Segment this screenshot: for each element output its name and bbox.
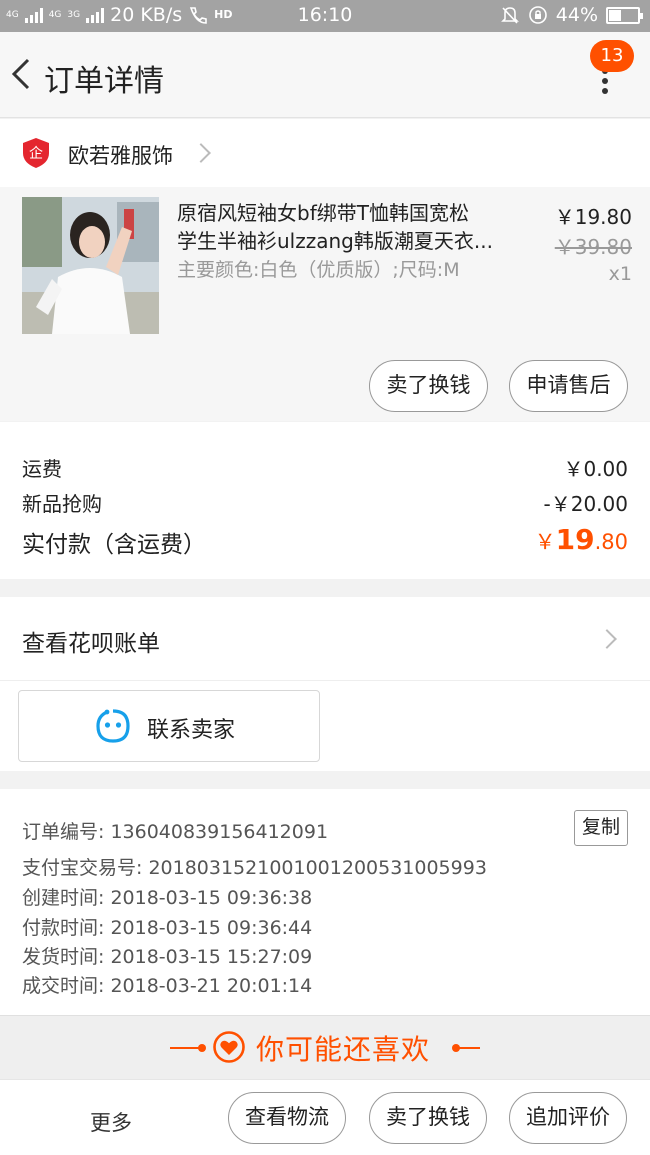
svg-text:企: 企 [29, 145, 43, 162]
more-actions-button[interactable]: 更多 [90, 1107, 132, 1137]
bottom-action-bar: 更多 查看物流 卖了换钱 追加评价 [0, 1079, 650, 1155]
heart-icon [213, 1031, 245, 1063]
back-arrow-icon[interactable] [8, 54, 36, 94]
created-time: 创建时间: 2018-03-15 09:36:38 [22, 887, 313, 909]
chat-face-icon [96, 709, 130, 743]
status-right: 44% [500, 4, 643, 26]
more-menu-icon[interactable] [592, 68, 618, 98]
after-sale-button[interactable]: 申请售后 [509, 360, 628, 412]
total-currency: ￥ [534, 530, 556, 554]
left-divider [170, 1047, 200, 1049]
bell-muted-icon [500, 7, 519, 24]
product-original-price: ￥39.80 [554, 235, 632, 259]
shipping-fee-label: 运费 [22, 457, 62, 481]
product-price: ￥19.80 [554, 205, 632, 229]
order-number: 订单编号: 136040839156412091 [22, 821, 329, 843]
shop-name[interactable]: 欧若雅服饰 [68, 140, 173, 170]
promo-value: -￥20.00 [543, 492, 628, 516]
chevron-right-icon [191, 143, 211, 163]
shop-row[interactable]: 企 欧若雅服饰 [0, 119, 650, 187]
completed-time: 成交时间: 2018-03-21 20:01:14 [22, 975, 313, 997]
message-count-badge: 13 [590, 40, 634, 72]
total-value: ￥19.80 [535, 523, 628, 556]
product-thumbnail[interactable] [22, 197, 159, 334]
contact-section: 联系卖家 [0, 681, 650, 771]
recommend-header: 你可能还喜欢 [0, 1015, 650, 1079]
total-label: 实付款（含运费） [22, 532, 206, 558]
left-dot [198, 1044, 206, 1052]
resell-button[interactable]: 卖了换钱 [369, 360, 488, 412]
battery-fill [609, 9, 621, 21]
huabei-bill-label: 查看花呗账单 [22, 631, 160, 657]
product-sku: 主要颜色:白色（优质版）;尺码:M [177, 259, 460, 281]
total-row: 实付款（含运费） ￥19.80 [22, 523, 628, 559]
enterprise-shield-icon: 企 [23, 138, 49, 168]
alipay-trade-number: 支付宝交易号: 2018031521001001200531005993 [22, 857, 487, 879]
battery-percent: 44% [555, 4, 598, 26]
contact-seller-label: 联系卖家 [147, 718, 236, 743]
product-title-line-1: 原宿风短袖女bf绑带T恤韩国宽松 [177, 201, 469, 225]
contact-seller-button[interactable]: 联系卖家 [18, 690, 320, 762]
chevron-right-icon [597, 629, 617, 649]
copy-button[interactable]: 复制 [574, 810, 628, 846]
promo-row: 新品抢购 -￥20.00 [22, 488, 628, 517]
total-decimal: .80 [594, 530, 628, 554]
fee-summary: 运费 ￥0.00 新品抢购 -￥20.00 实付款（含运费） ￥19.80 [0, 422, 650, 579]
order-info: 订单编号: 136040839156412091 复制 支付宝交易号: 2018… [0, 789, 650, 1015]
page-header: 订单详情 13 [0, 32, 650, 118]
paid-time: 付款时间: 2018-03-15 09:36:44 [22, 917, 313, 939]
product-quantity: x1 [608, 263, 632, 285]
status-bar: 4G 4G 3G 20 KB/s HD 16:10 44% [0, 0, 650, 32]
rotation-lock-icon [528, 6, 547, 24]
view-logistics-button[interactable]: 查看物流 [228, 1092, 346, 1144]
promo-label: 新品抢购 [22, 492, 102, 516]
total-integer: 19 [555, 523, 595, 556]
product-title-line-2: 学生半袖衫ulzzang韩版潮夏天衣... [177, 229, 493, 253]
recommend-title: 你可能还喜欢 [256, 1033, 431, 1066]
shipping-fee-value: ￥0.00 [563, 457, 628, 481]
battery-icon [606, 6, 643, 24]
page-title: 订单详情 [44, 64, 164, 99]
product-title[interactable]: 原宿风短袖女bf绑带T恤韩国宽松 学生半袖衫ulzzang韩版潮夏天衣... [177, 199, 517, 255]
huabei-bill-row[interactable]: 查看花呗账单 [0, 597, 650, 681]
right-divider [456, 1047, 480, 1049]
bottom-resell-button[interactable]: 卖了换钱 [369, 1092, 487, 1144]
order-product: 原宿风短袖女bf绑带T恤韩国宽松 学生半袖衫ulzzang韩版潮夏天衣... 主… [0, 187, 650, 421]
append-review-button[interactable]: 追加评价 [509, 1092, 627, 1144]
shipping-fee-row: 运费 ￥0.00 [22, 453, 628, 482]
shipped-time: 发货时间: 2018-03-15 15:27:09 [22, 946, 313, 968]
